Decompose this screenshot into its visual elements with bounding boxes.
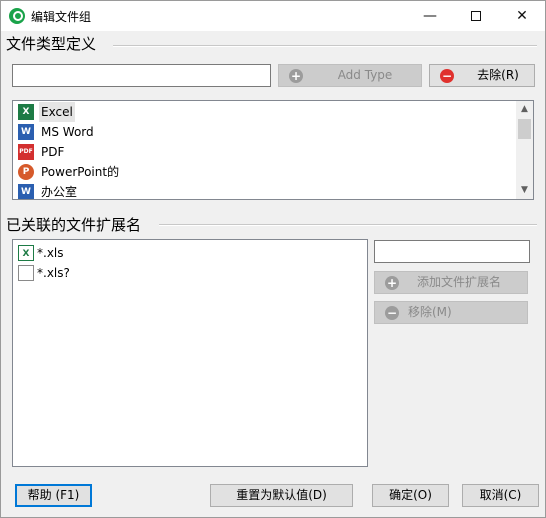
minimize-button[interactable]: — [407, 1, 453, 31]
blank-file-icon [18, 265, 34, 281]
extensions-heading: 已关联的文件扩展名 [6, 216, 142, 234]
help-button[interactable]: 帮助 (F1) [15, 484, 92, 507]
add-type-button[interactable]: + Add Type [278, 64, 422, 87]
file-type-name-input[interactable] [12, 64, 271, 87]
extensions-list[interactable]: X *.xls *.xls? [12, 239, 368, 467]
list-item-excel[interactable]: X Excel [17, 102, 497, 122]
remove-icon: − [385, 305, 399, 320]
file-types-scrollbar[interactable]: ▲ ▼ [516, 101, 533, 199]
remove-type-label: 去除(R) [477, 68, 519, 82]
excel-file-icon: X [18, 245, 34, 261]
list-item-powerpoint[interactable]: P PowerPoint的 [17, 162, 497, 182]
list-item-office[interactable]: W 办公室 [17, 182, 497, 199]
cancel-button[interactable]: 取消(C) [462, 484, 539, 507]
minimize-icon: — [423, 8, 437, 24]
close-button[interactable]: ✕ [499, 1, 545, 31]
add-type-label: Add Type [337, 68, 393, 82]
add-extension-label: 添加文件扩展名 [416, 275, 501, 289]
extensions-divider [159, 224, 537, 226]
window-title: 编辑文件组 [31, 10, 92, 24]
extension-input[interactable] [374, 240, 530, 263]
extension-item-xls-wildcard[interactable]: *.xls? [17, 263, 357, 283]
reset-defaults-button[interactable]: 重置为默认值(D) [210, 484, 353, 507]
excel-icon: X [18, 104, 34, 120]
edit-file-group-dialog: 编辑文件组 — ✕ 文件类型定义 + Add Type − 去除(R) X Ex… [0, 0, 546, 518]
extension-item-xls[interactable]: X *.xls [17, 243, 357, 263]
file-types-divider [113, 45, 537, 47]
list-item-ms-word[interactable]: W MS Word [17, 122, 497, 142]
ok-button[interactable]: 确定(O) [372, 484, 449, 507]
remove-icon: − [440, 68, 454, 83]
scroll-down-icon[interactable]: ▼ [516, 182, 533, 199]
scroll-up-icon[interactable]: ▲ [516, 101, 533, 118]
word-icon: W [18, 124, 34, 140]
list-item-pdf[interactable]: PDF PDF [17, 142, 497, 162]
close-icon: ✕ [516, 8, 528, 24]
plus-icon: + [385, 275, 399, 290]
file-types-list[interactable]: X Excel W MS Word PDF PDF P PowerPoint的 … [12, 100, 534, 200]
remove-extension-button[interactable]: − 移除(M) [374, 301, 528, 324]
app-search-icon [9, 8, 25, 24]
remove-type-button[interactable]: − 去除(R) [429, 64, 535, 87]
title-bar: 编辑文件组 — ✕ [1, 1, 545, 31]
maximize-button[interactable] [453, 1, 499, 31]
scroll-thumb[interactable] [518, 119, 531, 139]
add-extension-button[interactable]: + 添加文件扩展名 [374, 271, 528, 294]
plus-icon: + [289, 68, 303, 83]
maximize-icon [471, 11, 481, 21]
pdf-icon: PDF [18, 144, 34, 160]
powerpoint-icon: P [18, 164, 34, 180]
file-types-heading: 文件类型定义 [6, 35, 97, 53]
office-icon: W [18, 184, 34, 199]
